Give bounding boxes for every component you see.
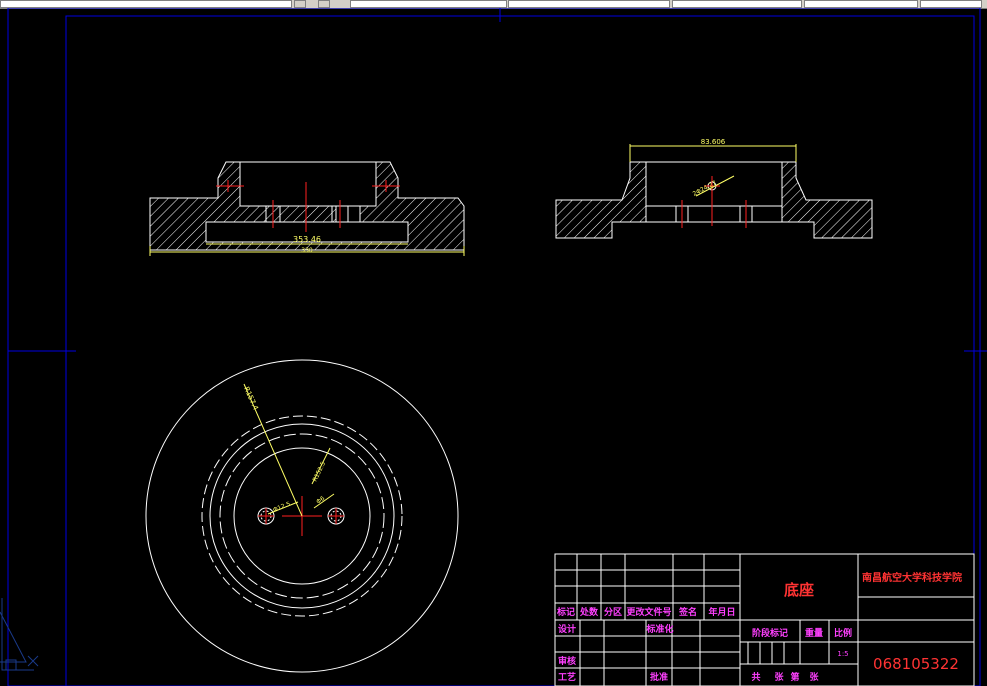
dim-plan-radius: R157.4 [242, 386, 260, 413]
label-number: 第 [790, 671, 799, 683]
school-name: 南昌航空大学科技学院 [862, 571, 962, 584]
label-checker: 审核 [558, 655, 576, 667]
color-dropdown[interactable] [350, 0, 507, 8]
dim-side-top: 83.606 [701, 138, 726, 146]
side-section-view: 83.606 2Φ24.27 [555, 138, 873, 239]
plotstyle-dropdown[interactable] [804, 0, 918, 8]
label-count: 处数 [579, 606, 599, 618]
part-name: 底座 [784, 581, 814, 599]
label-scale: 比例 [834, 627, 852, 639]
drawing-canvas[interactable]: 353.46 330 83.606 2Φ24.27 R157.4 Φ12.5 Φ… [0, 8, 987, 686]
drawing-frame [7, 8, 987, 686]
dim-plan-radius-inner: R152.5 [312, 460, 328, 482]
title-block: 底座 南昌航空大学科技学院 标记 处数 分区 更改文件号 签名 年月日 设计 标… [554, 553, 975, 686]
label-designer: 设计 [558, 623, 576, 635]
extra-dropdown[interactable] [920, 0, 982, 8]
label-zone: 分区 [604, 606, 622, 618]
layer-dropdown[interactable] [0, 0, 292, 8]
label-change-doc: 更改文件号 [626, 606, 671, 618]
layer-button[interactable] [318, 0, 330, 8]
linetype-dropdown[interactable] [508, 0, 670, 8]
label-sheet-2: 张 [809, 671, 819, 683]
scale-value: 1:5 [837, 650, 848, 658]
dropdown-arrow-icon[interactable] [294, 0, 306, 8]
lineweight-dropdown[interactable] [672, 0, 802, 8]
dim-plan-hole-right: Φ6 [315, 495, 326, 506]
dim-front-inner: 353.46 [293, 235, 321, 244]
label-mark: 标记 [556, 606, 575, 618]
dim-front-overall: 330 [301, 247, 313, 254]
label-total: 共 [751, 671, 760, 683]
label-sheet-1: 张 [774, 671, 784, 683]
label-date: 年月日 [708, 606, 735, 618]
label-approve: 批准 [650, 671, 668, 683]
label-signature: 签名 [678, 606, 697, 618]
label-process: 工艺 [558, 671, 576, 683]
drawing-number: 068105322 [873, 655, 959, 673]
plan-view: R157.4 Φ12.5 Φ6 R152.5 [145, 359, 459, 673]
label-weight: 重量 [805, 627, 823, 639]
label-stage-mark: 阶段标记 [752, 627, 788, 639]
label-standardization: 标准化 [645, 623, 673, 635]
ucs-icon [0, 598, 39, 671]
front-section-view: 353.46 330 [149, 161, 465, 256]
dim-plan-hole-left: Φ12.5 [272, 501, 292, 514]
